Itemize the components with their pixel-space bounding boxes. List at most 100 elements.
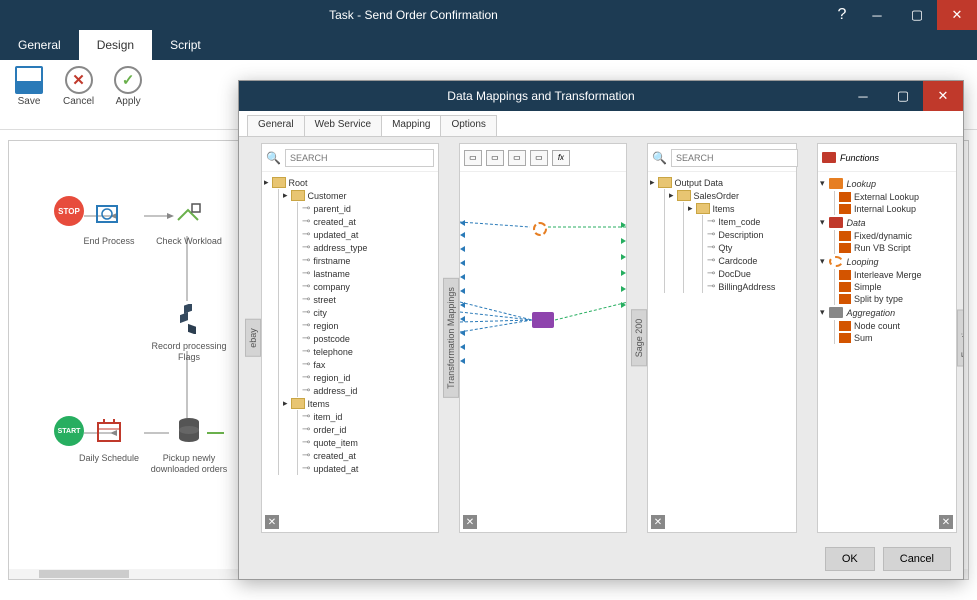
panel-close-icon[interactable]: ✕ <box>463 515 477 529</box>
check-workload-node[interactable]: Check Workload <box>149 196 229 247</box>
tree-field[interactable]: ⊸item_id <box>302 410 436 423</box>
close-button[interactable]: ✕ <box>937 0 977 30</box>
end-process-node[interactable]: End Process <box>69 196 149 247</box>
tree-field[interactable]: ⊸fax <box>302 358 436 371</box>
panel-close-icon[interactable]: ✕ <box>939 515 953 529</box>
dlg-tab-mapping[interactable]: Mapping <box>381 115 441 136</box>
tree-field[interactable]: ⊸Item_code <box>707 215 794 228</box>
mapping-canvas[interactable] <box>460 172 626 532</box>
cancel-icon: ✕ <box>65 66 93 94</box>
tree-field[interactable]: ⊸updated_at <box>302 228 436 241</box>
help-button[interactable]: ? <box>827 6 857 24</box>
daily-schedule-node[interactable]: Daily Schedule <box>69 413 149 464</box>
target-panel: Sage 200 🔍 ▸Output Data ▸SalesOrder ▸Ite… <box>647 143 797 533</box>
ok-button[interactable]: OK <box>825 547 875 571</box>
tree-field[interactable]: ⊸order_id <box>302 423 436 436</box>
pickup-orders-node[interactable]: Pickup newly downloaded orders <box>149 413 229 475</box>
main-tabs: General Design Script <box>0 30 977 60</box>
transform-vtab[interactable]: Transformation Mappings <box>443 278 459 398</box>
functions-tree[interactable]: ▾Lookup External LookupInternal Lookup ▾… <box>818 172 956 532</box>
transformation-panel: Transformation Mappings ▭ ▭ ▭ ▭ fx <box>459 143 627 533</box>
functions-vtab[interactable]: Functions <box>957 309 963 366</box>
source-panel: ebay 🔍 ▸Root ▸Customer ⊸parent_id⊸create… <box>261 143 439 533</box>
target-search-input[interactable] <box>671 149 798 167</box>
dialog-maximize-button[interactable]: ▢ <box>883 81 923 111</box>
dlg-tab-webservice[interactable]: Web Service <box>304 115 383 136</box>
source-tree[interactable]: ▸Root ▸Customer ⊸parent_id⊸created_at⊸up… <box>262 172 438 532</box>
tree-field[interactable]: ⊸region <box>302 319 436 332</box>
function-item[interactable]: Simple <box>839 281 954 293</box>
dialog-titlebar: Data Mappings and Transformation ─ ▢ ✕ <box>239 81 963 111</box>
tree-field[interactable]: ⊸lastname <box>302 267 436 280</box>
panel-close-icon[interactable]: ✕ <box>265 515 279 529</box>
function-item[interactable]: Interleave Merge <box>839 269 954 281</box>
save-button[interactable]: Save <box>15 66 43 123</box>
tree-field[interactable]: ⊸region_id <box>302 371 436 384</box>
target-tree[interactable]: ▸Output Data ▸SalesOrder ▸Items ⊸Item_co… <box>648 172 796 532</box>
dlg-tab-options[interactable]: Options <box>440 115 496 136</box>
apply-icon: ✓ <box>114 66 142 94</box>
aggregation-icon <box>829 307 843 318</box>
main-titlebar: Task - Send Order Confirmation ? ─ ▢ ✕ <box>0 0 977 30</box>
tree-field[interactable]: ⊸quote_item <box>302 436 436 449</box>
tool-icon[interactable]: ▭ <box>464 150 482 166</box>
cancel-button[interactable]: ✕ Cancel <box>63 66 94 123</box>
tree-field[interactable]: ⊸created_at <box>302 449 436 462</box>
looping-icon <box>829 256 843 267</box>
dialog-tabs: General Web Service Mapping Options <box>239 111 963 137</box>
functions-panel: Functions Functions ▾Lookup External Loo… <box>817 143 957 533</box>
tree-field[interactable]: ⊸Cardcode <box>707 254 794 267</box>
tab-general[interactable]: General <box>0 30 79 60</box>
function-item[interactable]: Split by type <box>839 293 954 305</box>
tree-field[interactable]: ⊸address_id <box>302 384 436 397</box>
source-vtab[interactable]: ebay <box>245 319 261 357</box>
tree-field[interactable]: ⊸company <box>302 280 436 293</box>
lookup-icon <box>829 178 843 189</box>
dialog-body: ebay 🔍 ▸Root ▸Customer ⊸parent_id⊸create… <box>239 137 963 539</box>
dialog-footer: OK Cancel <box>239 539 963 579</box>
record-flags-node[interactable]: Record processing Flags <box>149 301 229 363</box>
panel-close-icon[interactable]: ✕ <box>651 515 665 529</box>
dialog-minimize-button[interactable]: ─ <box>843 81 883 111</box>
dlg-tab-general[interactable]: General <box>247 115 305 136</box>
function-item[interactable]: Internal Lookup <box>839 203 954 215</box>
fx-icon[interactable]: fx <box>552 150 570 166</box>
function-item[interactable]: Node count <box>839 320 954 332</box>
function-item[interactable]: External Lookup <box>839 191 954 203</box>
tool-icon[interactable]: ▭ <box>508 150 526 166</box>
tree-field[interactable]: ⊸Description <box>707 228 794 241</box>
function-item[interactable]: Fixed/dynamic <box>839 230 954 242</box>
tree-field[interactable]: ⊸city <box>302 306 436 319</box>
tree-field[interactable]: ⊸DocDue <box>707 267 794 280</box>
tab-design[interactable]: Design <box>79 30 152 60</box>
tree-field[interactable]: ⊸Qty <box>707 241 794 254</box>
source-search-input[interactable] <box>285 149 434 167</box>
tree-field[interactable]: ⊸street <box>302 293 436 306</box>
dialog-close-button[interactable]: ✕ <box>923 81 963 111</box>
minimize-button[interactable]: ─ <box>857 0 897 30</box>
data-icon <box>829 217 843 228</box>
cubes-icon <box>171 301 207 337</box>
gear-icon <box>91 196 127 232</box>
loop-function-node[interactable] <box>533 222 547 236</box>
tree-field[interactable]: ⊸postcode <box>302 332 436 345</box>
target-vtab[interactable]: Sage 200 <box>631 310 647 367</box>
tool-icon[interactable]: ▭ <box>530 150 548 166</box>
tree-field[interactable]: ⊸updated_at <box>302 462 436 475</box>
functions-icon <box>822 152 836 163</box>
search-icon: 🔍 <box>266 151 281 165</box>
tab-script[interactable]: Script <box>152 30 219 60</box>
script-function-node[interactable] <box>532 312 554 328</box>
tree-field[interactable]: ⊸address_type <box>302 241 436 254</box>
tree-field[interactable]: ⊸firstname <box>302 254 436 267</box>
function-item[interactable]: Sum <box>839 332 954 344</box>
tool-icon[interactable]: ▭ <box>486 150 504 166</box>
tree-field[interactable]: ⊸parent_id <box>302 202 436 215</box>
tree-field[interactable]: ⊸telephone <box>302 345 436 358</box>
maximize-button[interactable]: ▢ <box>897 0 937 30</box>
tree-field[interactable]: ⊸BillingAddress <box>707 280 794 293</box>
apply-button[interactable]: ✓ Apply <box>114 66 142 123</box>
function-item[interactable]: Run VB Script <box>839 242 954 254</box>
tree-field[interactable]: ⊸created_at <box>302 215 436 228</box>
dialog-cancel-button[interactable]: Cancel <box>883 547 951 571</box>
